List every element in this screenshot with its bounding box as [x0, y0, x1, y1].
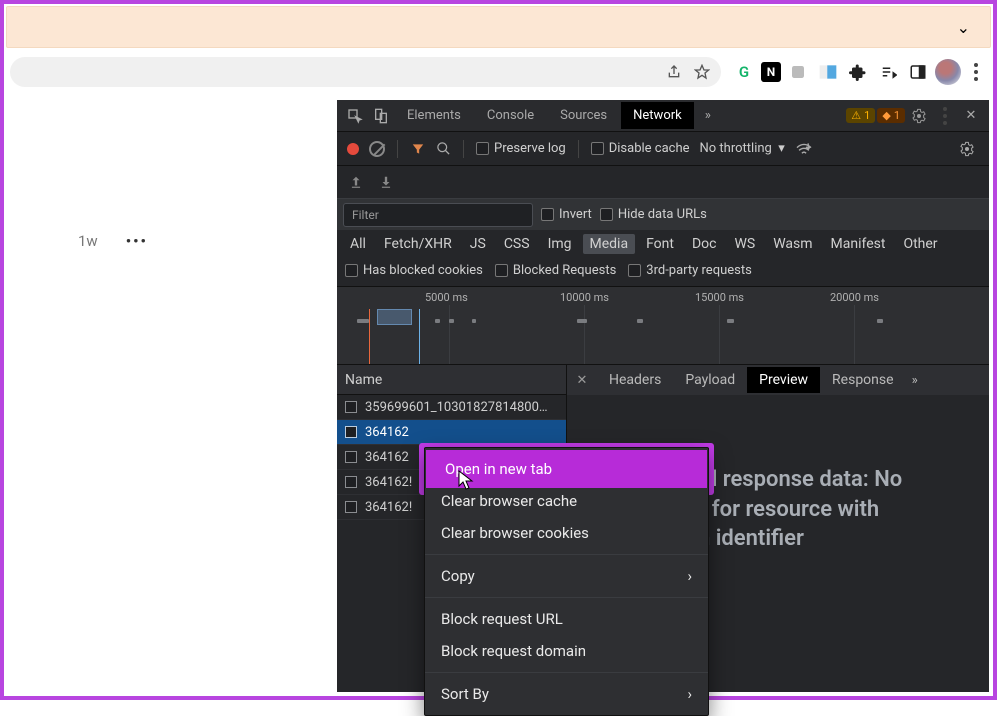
context-item-clear-browser-cookies[interactable]: Clear browser cookies [425, 517, 708, 549]
devtools-settings-icon[interactable] [907, 104, 931, 128]
type-filter-css[interactable]: CSS [497, 234, 537, 254]
type-filter-ws[interactable]: WS [727, 234, 762, 254]
detail-tab-preview[interactable]: Preview [747, 367, 820, 393]
type-filter-media[interactable]: Media [583, 234, 636, 254]
timeline-tick: 15000 ms [695, 291, 744, 304]
type-filter-font[interactable]: Font [639, 234, 681, 254]
preserve-log-checkbox[interactable]: Preserve log [476, 141, 566, 156]
notification-banner: ⌄ [6, 6, 991, 48]
filter-icon[interactable] [410, 142, 426, 156]
filter-bar: Filter Invert Hide data URLs [337, 198, 989, 230]
detail-tab-payload[interactable]: Payload [673, 367, 747, 393]
filter-input[interactable]: Filter [343, 203, 533, 227]
download-icon[interactable] [379, 175, 393, 189]
devtools-tab-network[interactable]: Network [621, 102, 694, 129]
type-filter-fetchxhr[interactable]: Fetch/XHR [377, 234, 459, 254]
context-item-sort-by[interactable]: Sort By› [425, 678, 708, 710]
request-row[interactable]: 364162 [337, 420, 566, 445]
timeline-tick: 20000 ms [830, 291, 879, 304]
context-item-block-request-domain[interactable]: Block request domain [425, 635, 708, 667]
cursor-icon [458, 470, 474, 490]
type-filter-doc[interactable]: Doc [685, 234, 724, 254]
extension-icon-3[interactable] [785, 59, 811, 85]
record-icon[interactable] [347, 143, 359, 155]
extension-notion-icon[interactable]: N [761, 62, 781, 82]
request-row[interactable]: 359699601_10301827814800… [337, 395, 566, 420]
hide-data-urls-checkbox[interactable]: Hide data URLs [600, 207, 707, 222]
detail-tabs: ✕ Headers Payload Preview Response » [567, 365, 989, 395]
blocked-cookies-checkbox[interactable]: Has blocked cookies [345, 263, 483, 278]
type-filter-js[interactable]: JS [463, 234, 493, 254]
type-filter-all[interactable]: All [343, 234, 373, 254]
network-timeline[interactable]: 5000 ms 10000 ms 15000 ms 20000 ms [337, 287, 989, 365]
warnings-badge[interactable]: ⚠1 [846, 108, 875, 123]
more-tabs-icon[interactable]: » [696, 104, 720, 128]
music-note-icon[interactable] [875, 59, 901, 85]
upload-icon[interactable] [349, 175, 363, 189]
type-filter-manifest[interactable]: Manifest [824, 234, 893, 254]
devtools-tab-elements[interactable]: Elements [395, 102, 473, 129]
clear-icon[interactable] [369, 141, 385, 157]
blocked-requests-checkbox[interactable]: Blocked Requests [495, 263, 616, 278]
browser-toolbar: G N [4, 54, 993, 89]
sidepanel-icon[interactable] [905, 59, 931, 85]
name-column-header[interactable]: Name [337, 365, 566, 395]
post-timestamp: 1w [78, 232, 98, 250]
context-item-block-request-url[interactable]: Block request URL [425, 603, 708, 635]
inspect-element-icon[interactable] [343, 104, 367, 128]
throttling-select[interactable]: No throttling ▾ [700, 141, 785, 156]
detail-tabs-more-icon[interactable]: » [912, 373, 918, 388]
omnibox[interactable] [10, 57, 721, 87]
devtools-tab-console[interactable]: Console [475, 102, 546, 129]
network-toolbar: Preserve log Disable cache No throttling… [337, 132, 989, 166]
detail-tab-headers[interactable]: Headers [597, 367, 673, 393]
extra-filters: Has blocked cookies Blocked Requests 3rd… [337, 258, 989, 287]
detail-tab-response[interactable]: Response [820, 367, 906, 393]
context-item-copy[interactable]: Copy› [425, 560, 708, 592]
browser-menu-icon[interactable] [965, 63, 987, 81]
share-icon[interactable] [665, 63, 683, 81]
disable-cache-checkbox[interactable]: Disable cache [591, 141, 690, 156]
profile-avatar[interactable] [935, 59, 961, 85]
timeline-tick: 5000 ms [425, 291, 468, 304]
devtools-tabs-row: Elements Console Sources Network » ⚠1 ◆1… [337, 100, 989, 132]
invert-checkbox[interactable]: Invert [541, 207, 592, 222]
devtools-menu-icon[interactable] [933, 104, 957, 128]
star-icon[interactable] [693, 63, 711, 81]
extension-grammarly-icon[interactable]: G [731, 59, 757, 85]
network-conditions-icon[interactable] [795, 142, 813, 156]
type-filter-wasm[interactable]: Wasm [766, 234, 819, 254]
device-toggle-icon[interactable] [369, 104, 393, 128]
type-filter-bar: AllFetch/XHRJSCSSImgMediaFontDocWSWasmMa… [337, 230, 989, 258]
timeline-tick: 10000 ms [560, 291, 609, 304]
issues-badge[interactable]: ◆1 [877, 108, 905, 123]
type-filter-other[interactable]: Other [896, 234, 944, 254]
extension-icon-4[interactable] [815, 59, 841, 85]
webpage-content: 1w ••• [8, 100, 337, 692]
close-details-icon[interactable]: ✕ [567, 373, 597, 388]
more-options-icon[interactable]: ••• [126, 232, 148, 250]
devtools-close-icon[interactable]: ✕ [959, 104, 983, 128]
chevron-down-icon[interactable]: ⌄ [957, 18, 970, 37]
type-filter-img[interactable]: Img [541, 234, 579, 254]
third-party-checkbox[interactable]: 3rd-party requests [628, 263, 752, 278]
network-subtoolbar [337, 166, 989, 198]
search-icon[interactable] [436, 141, 451, 156]
extensions-puzzle-icon[interactable] [845, 59, 871, 85]
devtools-tab-sources[interactable]: Sources [548, 102, 619, 129]
network-settings-icon[interactable] [955, 137, 979, 161]
